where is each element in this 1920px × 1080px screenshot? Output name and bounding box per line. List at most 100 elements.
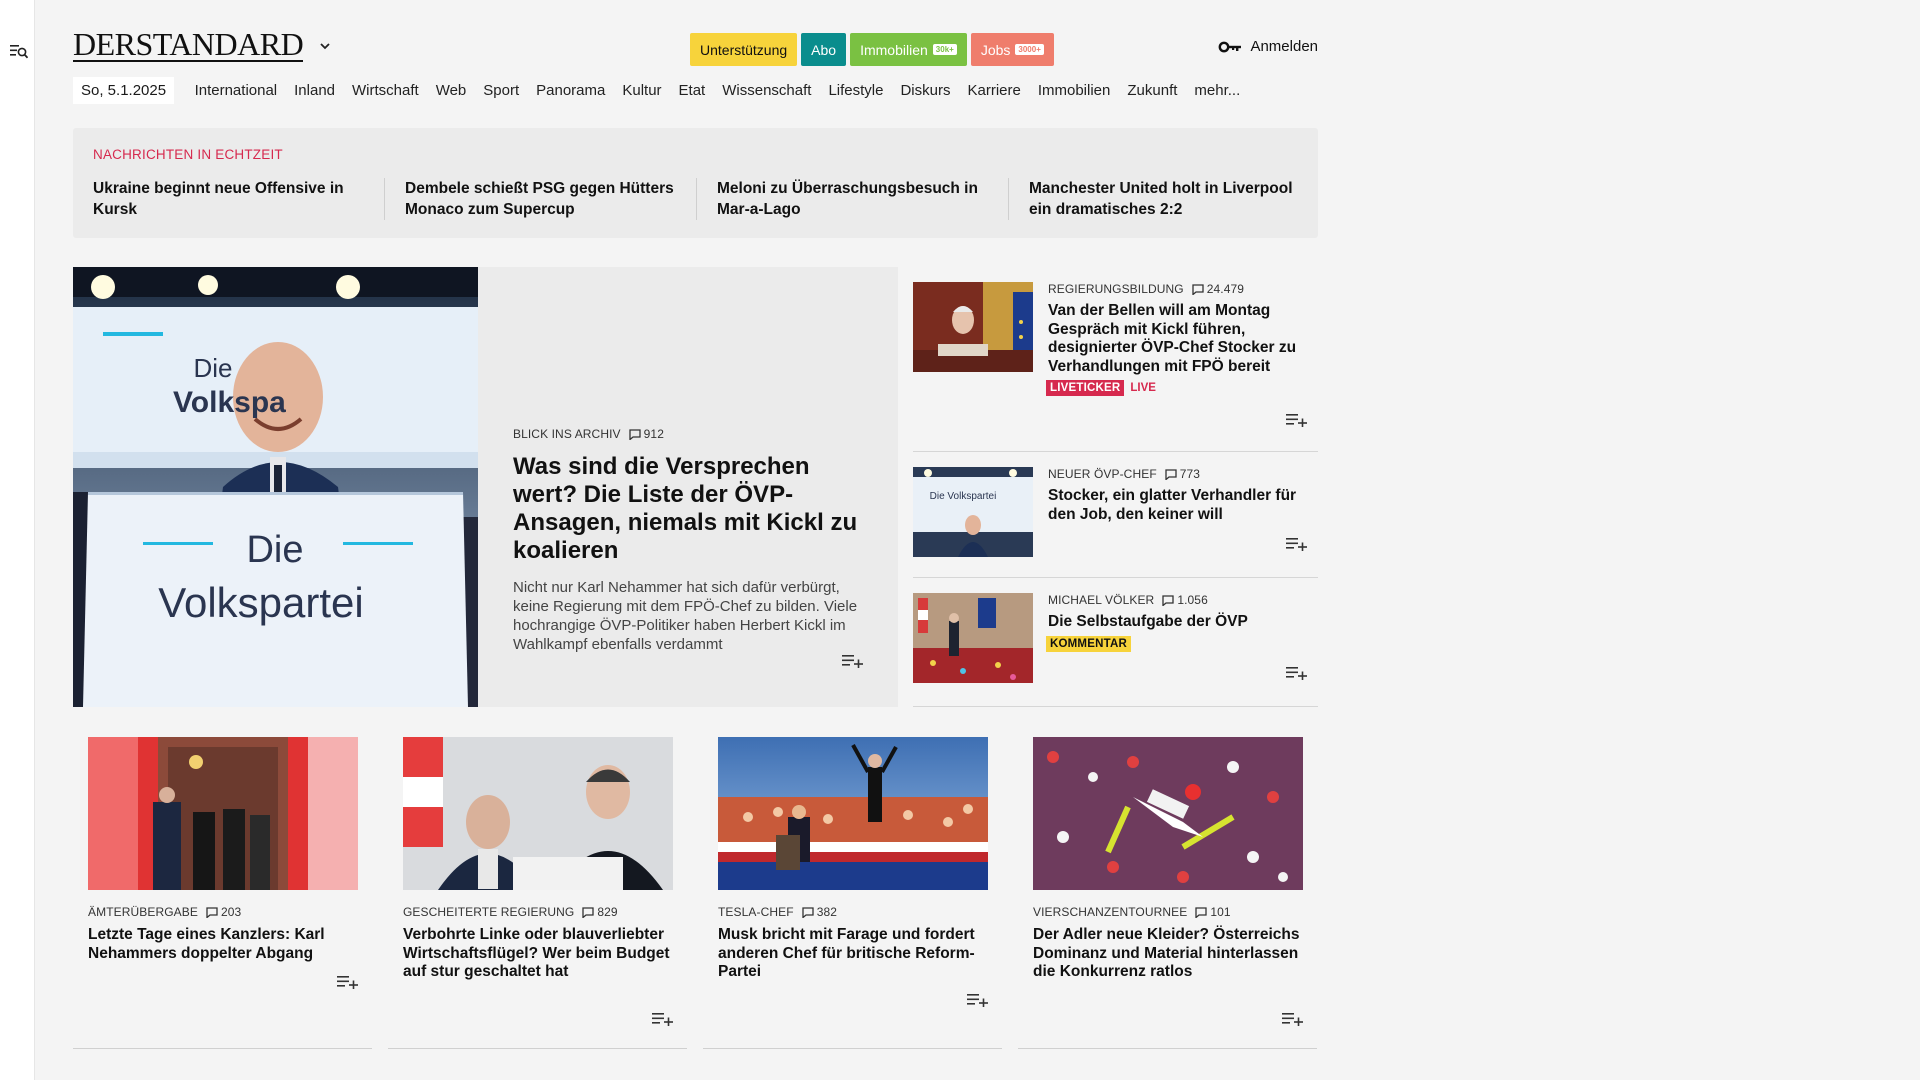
nav-item-lifestyle[interactable]: Lifestyle — [820, 82, 892, 99]
site-logo[interactable]: DERSTANDARD — [73, 28, 304, 62]
pill-label: Jobs — [980, 41, 1011, 58]
login-button[interactable]: Anmelden — [1218, 38, 1318, 55]
side-story-image[interactable]: Die Volkspartei — [913, 467, 1033, 557]
ticker-headline[interactable]: Manchester United holt in Liverpool ein … — [1029, 178, 1321, 220]
kicker-label: ÄMTERÜBERGABE — [88, 905, 198, 919]
lead-story-image[interactable]: Die Volkspartei Die Volkspa — [73, 267, 478, 707]
side-story-image[interactable] — [913, 282, 1033, 372]
side-story-title[interactable]: Stocker, ein glatter Verhandler für den … — [1048, 487, 1308, 524]
story-card-title[interactable]: Letzte Tage eines Kanzlers: Karl Nehamme… — [88, 926, 363, 963]
nav-item-karriere[interactable]: Karriere — [959, 82, 1029, 99]
story-card: VIERSCHANZENTOURNEE 101 Der Adler neue K… — [1018, 737, 1317, 1049]
story-card-image[interactable] — [403, 737, 673, 890]
comment-icon — [1165, 468, 1177, 480]
comment-count[interactable]: 1.056 — [1162, 593, 1208, 607]
playlist-add-icon[interactable] — [842, 654, 864, 668]
playlist-add-icon[interactable] — [337, 975, 359, 989]
side-story-text: MICHAEL VÖLKER 1.056 Die Selbstaufgabe d… — [1046, 593, 1308, 652]
live-indicator: LIVE — [1130, 382, 1156, 394]
kicker-label: GESCHEITERTE REGIERUNG — [403, 905, 575, 919]
comment-icon — [582, 906, 594, 918]
main-nav: So, 5.1.2025 International Inland Wirtscha… — [73, 77, 1249, 104]
side-story-title[interactable]: Die Selbstaufgabe der ÖVP — [1048, 613, 1308, 632]
comment-count[interactable]: 829 — [582, 905, 618, 919]
nav-item-web[interactable]: Web — [427, 82, 475, 99]
comment-count[interactable]: 203 — [206, 905, 241, 919]
kommentar-badge: KOMMENTAR — [1046, 635, 1131, 652]
playlist-add-icon[interactable] — [1286, 413, 1308, 427]
story-card-text: TESLA-CHEF 382 Musk bricht mit Farage un… — [718, 905, 993, 982]
story-card-image[interactable] — [718, 737, 988, 890]
pill-abo[interactable]: Abo — [801, 33, 847, 66]
ticker-headline[interactable]: Meloni zu Überraschungsbesuch in Mar-a-L… — [717, 178, 1009, 220]
nav-item-sport[interactable]: Sport — [475, 82, 528, 99]
playlist-add-icon[interactable] — [652, 1012, 674, 1026]
menu-search-icon[interactable] — [8, 42, 30, 62]
pill-count-badge: 3000+ — [1015, 44, 1044, 55]
chevron-down-icon[interactable] — [319, 42, 331, 50]
nav-item-international[interactable]: International — [186, 82, 286, 99]
playlist-add-icon[interactable] — [1282, 1012, 1304, 1026]
story-card-text: ÄMTERÜBERGABE 203 Letzte Tage eines Kanz… — [88, 905, 363, 963]
live-news-ticker: NACHRICHTEN IN ECHTZEIT Ukraine beginnt … — [73, 128, 1318, 238]
playlist-add-icon[interactable] — [1286, 666, 1308, 680]
side-kicker: MICHAEL VÖLKER 1.056 — [1048, 593, 1308, 607]
side-story-title[interactable]: Van der Bellen will am Montag Gespräch m… — [1048, 302, 1308, 376]
card-kicker: TESLA-CHEF 382 — [718, 905, 993, 919]
comment-count[interactable]: 382 — [802, 905, 837, 919]
side-kicker: REGIERUNGSBILDUNG 24.479 — [1048, 282, 1308, 296]
side-stories: REGIERUNGSBILDUNG 24.479 Van der Bellen … — [913, 267, 1318, 707]
comment-count[interactable]: 912 — [628, 427, 664, 441]
lead-title[interactable]: Was sind die Versprechen wert? Die Liste… — [513, 453, 863, 565]
nav-item-panorama[interactable]: Panorama — [528, 82, 614, 99]
kicker-label: NEUER ÖVP-CHEF — [1048, 467, 1157, 481]
nav-item-inland[interactable]: Inland — [286, 82, 344, 99]
nav-item-etat[interactable]: Etat — [670, 82, 714, 99]
lead-kicker: BLICK INS ARCHIV 912 — [513, 427, 863, 441]
side-story-text: NEUER ÖVP-CHEF 773 Stocker, ein glatter … — [1048, 467, 1308, 524]
current-date: So, 5.1.2025 — [73, 77, 175, 104]
nav-item-wirtschaft[interactable]: Wirtschaft — [344, 82, 428, 99]
playlist-add-icon[interactable] — [1286, 537, 1308, 551]
story-grid: ÄMTERÜBERGABE 203 Letzte Tage eines Kanz… — [73, 737, 1318, 1049]
story-card-image[interactable] — [1033, 737, 1303, 890]
lead-story: Die Volkspartei Die Volkspa BLICK INS AR… — [73, 267, 898, 707]
story-card-text: VIERSCHANZENTOURNEE 101 Der Adler neue K… — [1033, 905, 1308, 982]
comment-count-value: 203 — [221, 905, 242, 919]
side-story: MICHAEL VÖLKER 1.056 Die Selbstaufgabe d… — [913, 578, 1318, 707]
nav-item-diskurs[interactable]: Diskurs — [892, 82, 959, 99]
comment-count[interactable]: 101 — [1195, 905, 1231, 919]
nav-item-immobilien[interactable]: Immobilien — [1029, 82, 1119, 99]
story-card-title[interactable]: Der Adler neue Kleider? Österreichs Domi… — [1033, 926, 1308, 982]
ticker-headline[interactable]: Dembele schießt PSG gegen Hütters Monaco… — [405, 178, 697, 220]
pill-label: Immobilien — [860, 41, 928, 58]
comment-count[interactable]: 24.479 — [1192, 282, 1244, 296]
comment-icon — [1162, 594, 1174, 606]
side-story-image[interactable] — [913, 593, 1033, 683]
pill-count-badge: 30k+ — [932, 44, 957, 55]
playlist-add-icon[interactable] — [967, 993, 989, 1007]
pill-unterstützung[interactable]: Unterstützung — [690, 33, 798, 66]
comment-icon — [802, 906, 814, 918]
side-story-text: REGIERUNGSBILDUNG 24.479 Van der Bellen … — [1046, 282, 1308, 396]
liveticker-badge: LIVETICKER — [1046, 380, 1125, 396]
header-pills: Unterstützung Abo Immobilien 30k+ Jobs 3000+ — [690, 33, 1054, 66]
side-kicker: NEUER ÖVP-CHEF 773 — [1048, 467, 1308, 481]
story-card-image[interactable] — [88, 737, 358, 890]
nav-item-zukunft[interactable]: Zukunft — [1119, 82, 1186, 99]
ticker-headline[interactable]: Ukraine beginnt neue Offensive in Kursk — [93, 178, 385, 220]
story-card-title[interactable]: Verbohrte Linke oder blauverliebter Wirt… — [403, 926, 678, 982]
pill-label: Unterstützung — [700, 41, 788, 58]
pill-immobilien[interactable]: Immobilien 30k+ — [850, 33, 967, 66]
nav-item-wissenschaft[interactable]: Wissenschaft — [714, 82, 820, 99]
card-kicker: ÄMTERÜBERGABE 203 — [88, 905, 363, 919]
story-card-title[interactable]: Musk bricht mit Farage und fordert ander… — [718, 926, 993, 982]
comment-icon — [206, 906, 218, 918]
nav-item-mehr[interactable]: mehr... — [1186, 82, 1249, 99]
comment-count-value: 773 — [1179, 467, 1201, 481]
thumb-text: Die Volkspartei — [930, 491, 997, 502]
comment-count[interactable]: 773 — [1165, 467, 1200, 481]
comment-count-value: 101 — [1210, 905, 1231, 919]
nav-item-kultur[interactable]: Kultur — [614, 82, 670, 99]
pill-jobs[interactable]: Jobs 3000+ — [970, 33, 1054, 66]
